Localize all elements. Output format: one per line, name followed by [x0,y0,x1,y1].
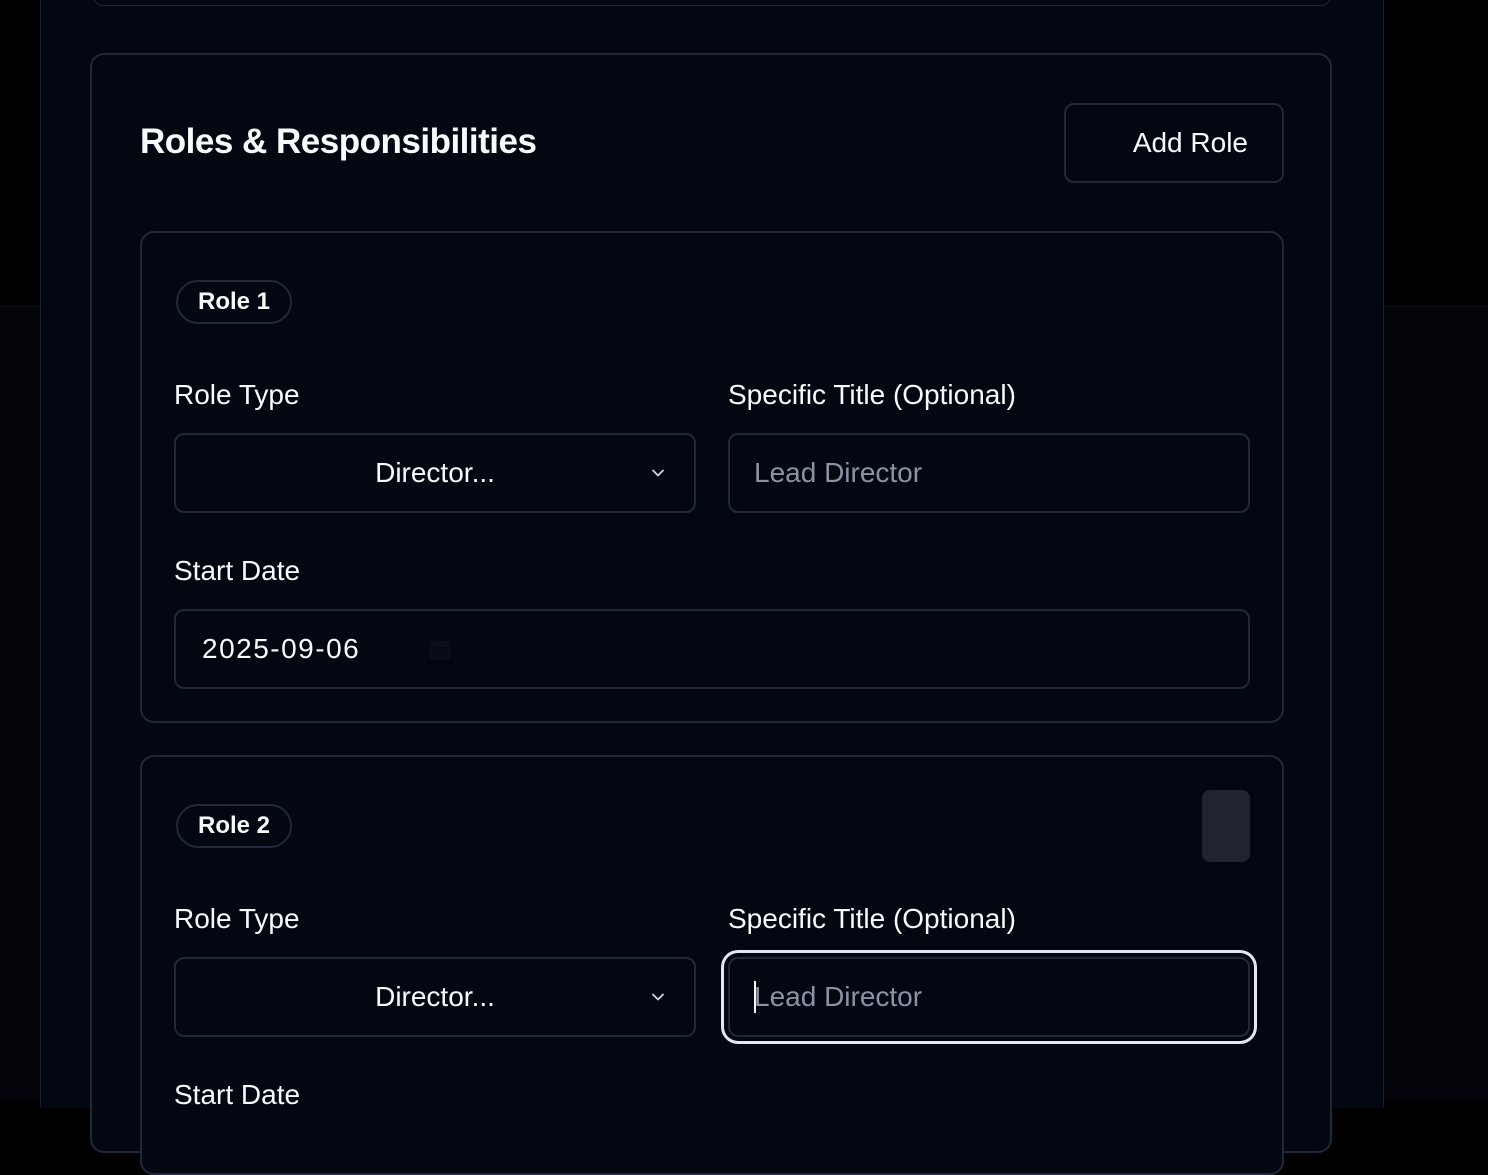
specific-title-input[interactable] [728,433,1250,513]
text-cursor [754,981,756,1013]
role-type-select[interactable]: Director... [174,957,696,1037]
role-type-label: Role Type [174,379,300,410]
remove-role-button[interactable] [1202,790,1250,862]
start-date-input[interactable]: 2025-09-06 [174,609,1250,689]
chevron-down-icon [652,469,664,477]
start-date-value: 2025-09-06 [202,633,361,664]
specific-title-label: Specific Title (Optional) [728,379,1016,410]
role-card-2: Role 2 Role Type Director... Specific Ti… [140,755,1284,1175]
chevron-down-icon [652,993,664,1001]
role-type-select[interactable]: Director... [174,433,696,513]
previous-section-card [92,0,1332,6]
calendar-icon[interactable] [428,637,452,661]
role-type-label: Role Type [174,903,300,934]
role-badge: Role 2 [176,804,293,848]
start-date-label: Start Date [174,555,301,586]
role-type-value: Director... [375,457,495,488]
role-badge: Role 1 [176,280,293,324]
specific-title-input[interactable] [728,957,1250,1037]
add-role-button[interactable]: Add Role [1064,103,1284,183]
role-type-value: Director... [375,981,495,1012]
section-title: Roles & Responsibilities [140,122,537,161]
role-card-1: Role 1 Role Type Director... Specific Ti… [140,231,1284,723]
start-date-label: Start Date [174,1079,301,1110]
specific-title-label: Specific Title (Optional) [728,903,1016,934]
